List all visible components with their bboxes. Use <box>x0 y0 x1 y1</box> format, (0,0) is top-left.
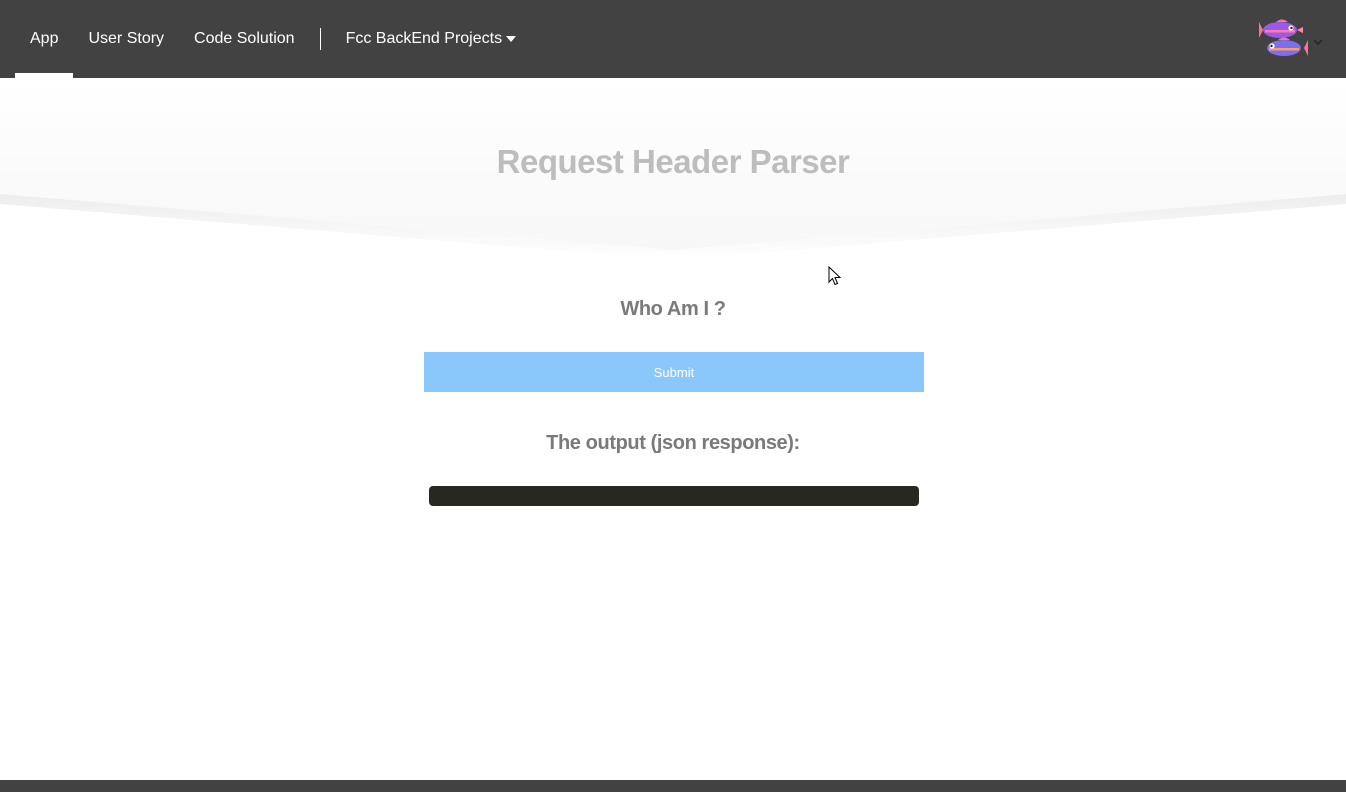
footer-bar <box>0 780 1346 792</box>
fish-avatar-icon <box>1258 18 1308 60</box>
top-navbar: App User Story Code Solution Fcc BackEnd… <box>0 0 1346 78</box>
nav-item-label: App <box>30 30 59 47</box>
json-output-box <box>429 486 919 506</box>
submit-button[interactable]: Submit <box>424 352 924 392</box>
nav-item-app[interactable]: App <box>15 0 74 78</box>
nav-dropdown-label: Fcc BackEnd Projects <box>345 30 503 47</box>
nav-item-label: Code Solution <box>194 30 295 47</box>
nav-divider <box>319 28 321 50</box>
nav-item-code-solution[interactable]: Code Solution <box>179 0 310 78</box>
nav-item-user-story[interactable]: User Story <box>73 0 179 78</box>
page-title: Request Header Parser <box>496 143 850 180</box>
chevron-down-icon <box>1312 37 1324 47</box>
whoami-heading: Who Am I ? <box>620 298 726 320</box>
mouse-cursor-icon <box>828 265 842 291</box>
caret-down-icon <box>506 36 517 42</box>
nav-item-label: User Story <box>88 30 165 47</box>
nav-dropdown-fcc-projects[interactable]: Fcc BackEnd Projects <box>331 0 532 78</box>
user-menu[interactable] <box>1258 18 1324 60</box>
output-heading: The output (json response): <box>546 432 800 454</box>
